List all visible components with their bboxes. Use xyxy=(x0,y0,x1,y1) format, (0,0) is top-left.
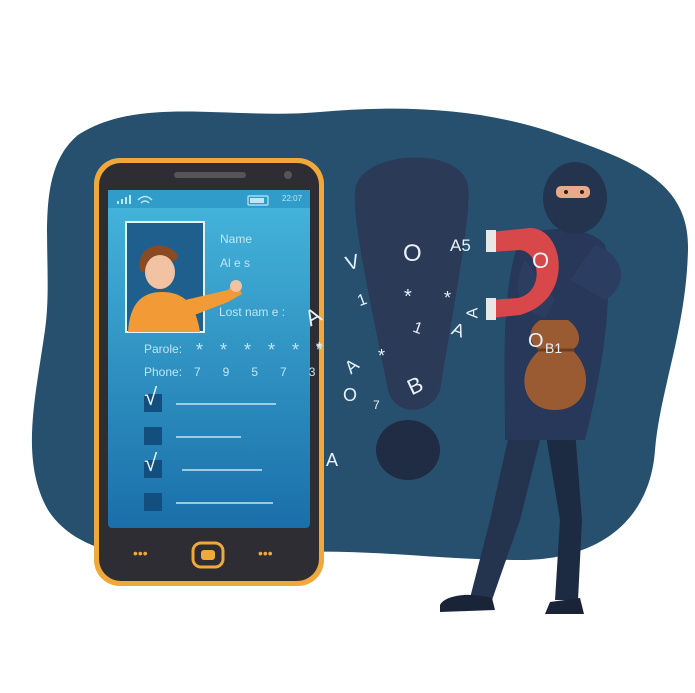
illustration: 22:07 Name Al e s Lost nam e : Parole: *… xyxy=(0,0,695,693)
floating-char: * xyxy=(378,346,386,366)
phone-label: Phone: xyxy=(144,365,183,379)
battery-level xyxy=(250,198,264,203)
checkbox xyxy=(144,493,162,511)
phone-speaker xyxy=(174,172,246,178)
floating-char: O xyxy=(403,240,422,267)
floating-char: 7 xyxy=(373,398,380,412)
status-time: 22:07 xyxy=(282,194,303,203)
phone-value: 7 9 5 7 3 xyxy=(194,365,319,379)
checkbox xyxy=(144,427,162,445)
check-mark-icon: √ xyxy=(144,384,158,411)
nav-dots-right: ••• xyxy=(258,545,273,561)
phone-camera xyxy=(284,171,292,179)
last-name-label: Lost nam e : xyxy=(219,305,286,319)
person-hand xyxy=(230,280,242,292)
floating-char: * xyxy=(444,288,452,308)
home-button-inner xyxy=(201,550,215,560)
thief-shoe-right xyxy=(545,598,584,614)
parole-label: Parole: xyxy=(144,342,183,356)
floating-char: O xyxy=(532,248,550,273)
name-label: Name xyxy=(220,232,253,246)
check-mark-icon: √ xyxy=(144,450,158,477)
scene-svg xyxy=(31,108,689,614)
magnet-tip xyxy=(486,298,496,320)
floating-char: * xyxy=(316,340,323,357)
person-face xyxy=(145,255,175,289)
parole-value: * * * * * * xyxy=(196,340,330,360)
exclamation-dot xyxy=(376,420,440,480)
thief-eye-slit xyxy=(556,186,590,198)
magnet-tip xyxy=(486,230,496,252)
floating-char: A xyxy=(464,307,482,319)
floating-char: B1 xyxy=(545,340,563,356)
nav-dots-left: ••• xyxy=(133,545,148,561)
alias-label: Al e s xyxy=(220,256,251,270)
thief-shoe-left xyxy=(440,594,495,612)
floating-char: A5 xyxy=(450,236,471,255)
thief-eye xyxy=(580,190,584,194)
floating-char: O xyxy=(343,385,358,405)
thief-eye xyxy=(564,190,568,194)
floating-char: * xyxy=(404,286,412,308)
floating-char: O xyxy=(528,330,544,352)
floating-char: A xyxy=(326,450,339,470)
